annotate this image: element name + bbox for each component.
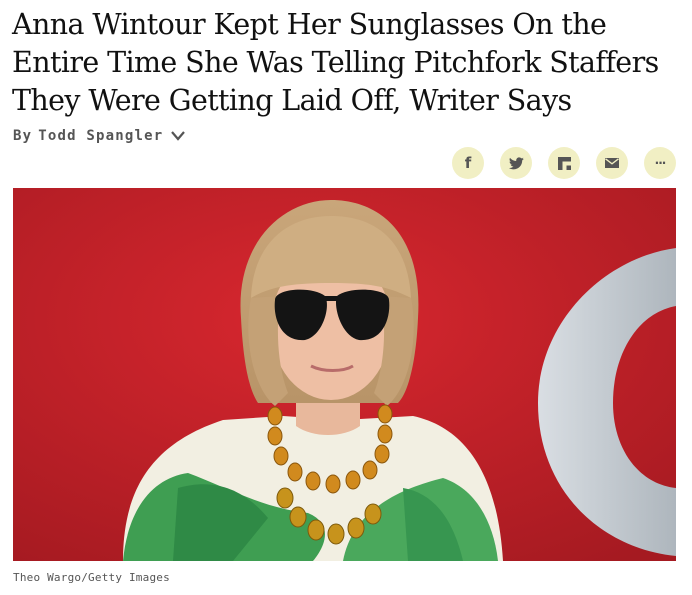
author-link[interactable]: Todd Spangler bbox=[38, 128, 163, 144]
more-icon: ··· bbox=[654, 156, 667, 170]
photo-illustration bbox=[13, 188, 676, 561]
share-twitter-button[interactable] bbox=[500, 147, 532, 179]
share-facebook-button[interactable]: f bbox=[452, 147, 484, 179]
byline: By Todd Spangler bbox=[13, 125, 187, 147]
email-icon bbox=[605, 158, 619, 168]
flipboard-icon bbox=[557, 156, 571, 170]
twitter-icon bbox=[508, 156, 524, 169]
share-bar: f ··· bbox=[452, 147, 676, 179]
share-flipboard-button[interactable] bbox=[548, 147, 580, 179]
byline-prefix: By bbox=[13, 128, 33, 144]
facebook-icon: f bbox=[464, 154, 472, 172]
article-headline: Anna Wintour Kept Her Sunglasses On the … bbox=[12, 8, 659, 117]
share-email-button[interactable] bbox=[596, 147, 628, 179]
article-photo bbox=[13, 188, 676, 561]
photo-credit: Theo Wargo/Getty Images bbox=[13, 571, 170, 584]
share-more-button[interactable]: ··· bbox=[644, 147, 676, 179]
chevron-down-icon[interactable] bbox=[169, 129, 187, 143]
